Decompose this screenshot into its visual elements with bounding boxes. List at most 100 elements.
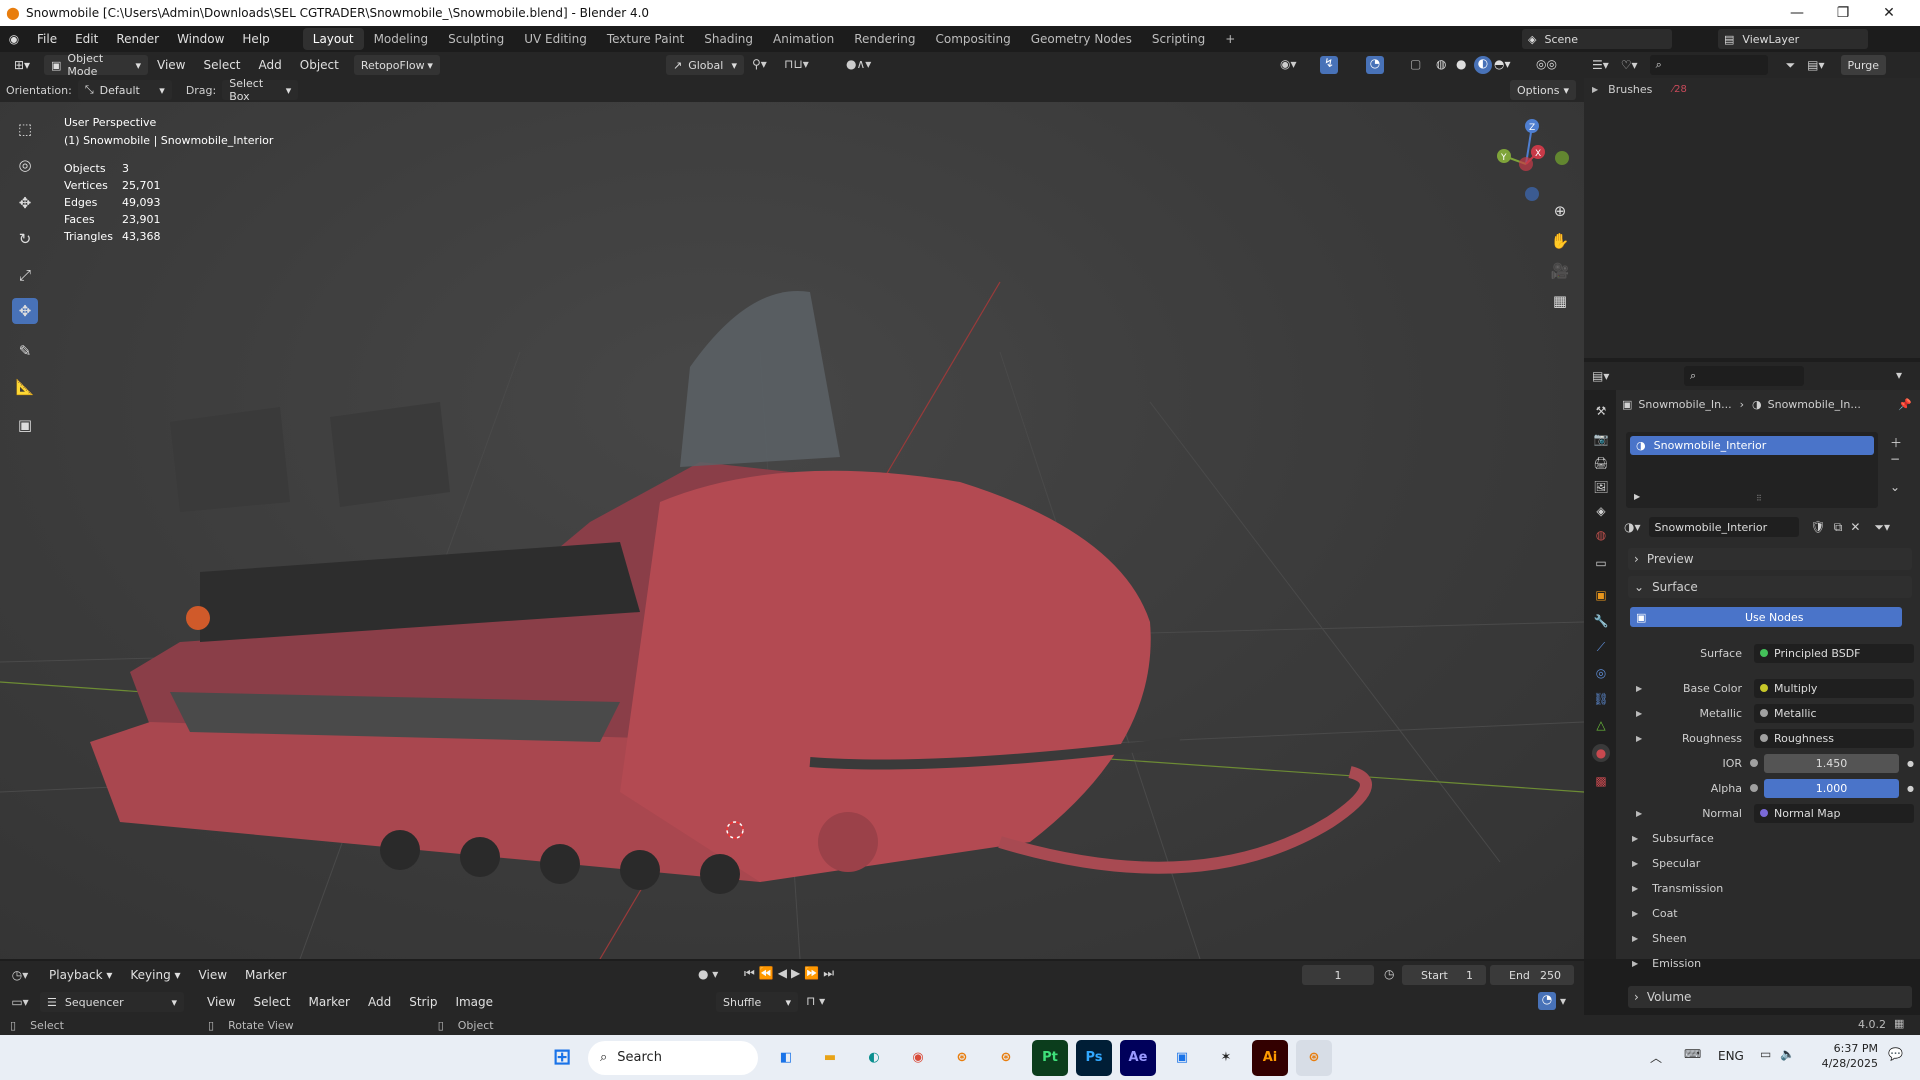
app-icon[interactable]: ✶ — [1208, 1040, 1244, 1076]
keyframe-dot-icon[interactable]: ● — [1907, 759, 1914, 768]
browse-material-icon[interactable]: ◑▾ — [1624, 520, 1641, 534]
volume-panel-header[interactable]: › Volume — [1628, 986, 1912, 1008]
navigation-gizmo[interactable]: Z Y X — [1490, 112, 1570, 202]
tab-scripting[interactable]: Scripting — [1142, 28, 1215, 50]
blender-active-app-icon[interactable]: ⊛ — [1296, 1039, 1332, 1076]
menu-render[interactable]: Render — [107, 32, 168, 46]
tab-rendering[interactable]: Rendering — [844, 28, 925, 50]
expand-arrow-icon[interactable]: ▶ — [1592, 85, 1598, 94]
next-keyframe-icon[interactable]: ⏩ — [804, 966, 823, 980]
grid-perspective-icon[interactable]: ▦ — [1547, 288, 1573, 314]
node-tree-icon[interactable]: ⏷▾ — [1874, 520, 1890, 535]
task-view-icon[interactable]: ◧ — [768, 1040, 804, 1076]
editor-type-icon[interactable]: ⊞▾ — [0, 58, 44, 72]
viewlayer-selector[interactable]: ▤ ViewLayer — [1718, 29, 1868, 49]
fake-user-icon[interactable]: 🛡 — [1811, 520, 1826, 534]
transform-tool-icon[interactable]: ✥ — [12, 298, 38, 324]
keyboard-icon[interactable]: ⌨ — [1684, 1047, 1701, 1061]
jump-end-icon[interactable]: ⏭ — [823, 966, 838, 980]
expand-arrow-icon[interactable]: ▶ — [1636, 684, 1642, 693]
volume-icon[interactable]: 🔈 — [1780, 1047, 1795, 1061]
expand-arrow-icon[interactable]: ▶ — [1636, 809, 1642, 818]
move-tool-icon[interactable]: ✥ — [12, 190, 38, 216]
notification-icon[interactable]: 💬 — [1888, 1047, 1903, 1061]
particles-tab-icon[interactable]: ⟋ — [1592, 638, 1610, 656]
pan-hand-icon[interactable]: ✋ — [1547, 228, 1573, 254]
tab-geometry-nodes[interactable]: Geometry Nodes — [1021, 28, 1142, 50]
surface-panel-header[interactable]: ⌄ Surface — [1628, 576, 1912, 598]
normal-field[interactable]: Normal Map — [1754, 803, 1914, 823]
material-preview-icon[interactable]: ◐ — [1474, 56, 1492, 74]
unlink-material-icon[interactable]: ✕ — [1850, 520, 1860, 534]
expand-arrow-icon[interactable]: ▶ — [1634, 492, 1640, 501]
wireframe-shading-icon[interactable]: ◍ — [1436, 57, 1446, 71]
edge-browser-icon[interactable]: ◐ — [856, 1040, 892, 1076]
remove-slot-icon[interactable]: − — [1890, 452, 1900, 466]
view-layer-tab-icon[interactable]: 🖼 — [1592, 478, 1610, 496]
chevron-down-icon[interactable]: ▾ — [1560, 994, 1566, 1008]
store-icon[interactable]: ▣ — [1164, 1040, 1200, 1076]
language-indicator[interactable]: ENG — [1718, 1049, 1744, 1063]
annotate-tool-icon[interactable]: ✎ — [12, 338, 38, 364]
menu-file[interactable]: File — [28, 32, 66, 46]
subpanel-subsurface[interactable]: ▶ Subsurface — [1632, 828, 1714, 848]
clock[interactable]: 6:37 PM 4/28/2025 — [1812, 1041, 1878, 1071]
cursor-tool-icon[interactable]: ◎ — [12, 152, 38, 178]
subpanel-specular[interactable]: ▶ Specular — [1632, 853, 1700, 873]
clock-icon[interactable]: ◷ — [1384, 967, 1394, 981]
menu-help[interactable]: Help — [233, 32, 278, 46]
tab-modeling[interactable]: Modeling — [364, 28, 439, 50]
sequencer-type-selector[interactable]: ☰ Sequencer ▾ — [40, 992, 184, 1012]
mode-selector[interactable]: ▣ Object Mode ▾ — [44, 52, 148, 78]
menu-seq-add[interactable]: Add — [359, 995, 400, 1009]
taskbar-search-box[interactable]: ⌕ Search — [588, 1040, 758, 1075]
sequencer-editor-icon[interactable]: ▭▾ — [0, 995, 40, 1009]
render-pass-icon[interactable]: ◎◎ — [1536, 57, 1557, 71]
tab-texture-paint[interactable]: Texture Paint — [597, 28, 694, 50]
menu-object[interactable]: Object — [291, 58, 348, 72]
options-button[interactable]: Options ▾ — [1510, 80, 1576, 100]
start-frame-field[interactable]: Start 1 — [1402, 965, 1486, 985]
menu-add[interactable]: Add — [250, 58, 291, 72]
record-icon[interactable]: ● ▾ — [698, 967, 718, 981]
chrome-icon[interactable]: ◉ — [900, 1040, 936, 1076]
render-tab-icon[interactable]: 📷 — [1592, 430, 1610, 448]
overlay-toggle-icon[interactable]: ◔ — [1366, 56, 1384, 74]
expand-arrow-icon[interactable]: ▶ — [1636, 709, 1642, 718]
menu-marker[interactable]: Marker — [236, 968, 295, 982]
select-box-tool-icon[interactable]: ⬚ — [12, 116, 38, 142]
subpanel-emission[interactable]: ▶ Emission — [1632, 953, 1701, 973]
maximize-button[interactable]: ❐ — [1820, 0, 1866, 26]
tab-animation[interactable]: Animation — [763, 28, 844, 50]
overlay-toggle-icon[interactable]: ◔ — [1538, 992, 1556, 1010]
outliner-item-brushes[interactable]: ▶ Brushes ⁄28 — [1584, 78, 1920, 100]
current-frame-field[interactable]: 1 — [1302, 965, 1374, 985]
use-nodes-button[interactable]: ▣ Use Nodes — [1630, 607, 1902, 627]
tab-sculpting[interactable]: Sculpting — [438, 28, 514, 50]
menu-seq-marker[interactable]: Marker — [300, 995, 359, 1009]
menu-seq-view[interactable]: View — [198, 995, 244, 1009]
solid-shading-icon[interactable]: ● — [1456, 57, 1466, 71]
rendered-shading-icon[interactable]: ◓▾ — [1494, 57, 1511, 71]
menu-keying[interactable]: Keying ▾ — [121, 968, 189, 982]
add-workspace-button[interactable]: + — [1215, 28, 1245, 50]
properties-search-input[interactable]: ⌕ — [1684, 366, 1804, 386]
menu-seq-image[interactable]: Image — [446, 995, 502, 1009]
after-effects-app-icon[interactable]: Ae — [1120, 1039, 1156, 1076]
tool-tab-icon[interactable]: ⚒ — [1592, 402, 1610, 420]
tab-layout[interactable]: Layout — [302, 28, 364, 50]
texture-tab-icon[interactable]: ▩ — [1592, 772, 1610, 790]
prev-keyframe-icon[interactable]: ⏪ — [759, 966, 778, 980]
menu-window[interactable]: Window — [168, 32, 233, 46]
camera-icon[interactable]: 🎥 — [1547, 258, 1573, 284]
snap-icon[interactable]: ⊓⊔▾ — [784, 57, 809, 71]
windows-start-icon[interactable]: ⊞ — [544, 1040, 580, 1076]
pin-icon[interactable]: 📌 — [1898, 398, 1912, 411]
menu-select[interactable]: Select — [194, 58, 249, 72]
scene-selector[interactable]: ◈ Scene — [1522, 29, 1672, 49]
world-tab-icon[interactable]: ◍ — [1592, 526, 1610, 544]
proportional-edit-icon[interactable]: ●∧▾ — [846, 57, 871, 71]
snap-icon[interactable]: ⊓ ▾ — [806, 994, 825, 1008]
subpanel-transmission[interactable]: ▶ Transmission — [1632, 878, 1723, 898]
object-tab-icon[interactable]: ▣ — [1592, 586, 1610, 604]
